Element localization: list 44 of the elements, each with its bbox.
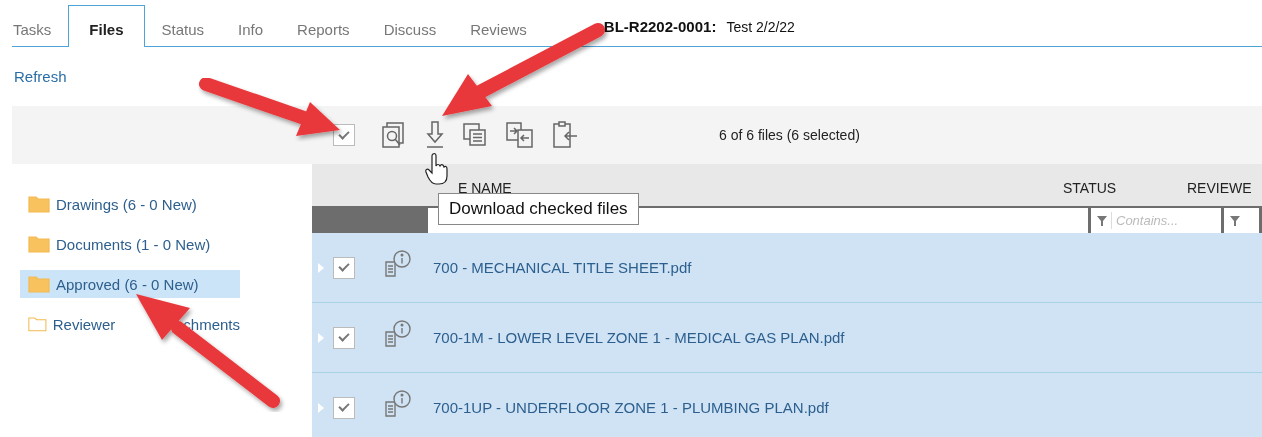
filter-icon: [1097, 215, 1107, 226]
tab[interactable]: Reports: [280, 11, 367, 47]
folder-item[interactable]: Drawings (6 - 0 New): [20, 190, 240, 218]
folder-label: Approved (6 - 0 New): [56, 275, 199, 293]
column-header[interactable]: E NAME: [458, 180, 512, 196]
refresh-link[interactable]: Refresh: [14, 68, 67, 85]
column-header[interactable]: STATUS: [1063, 180, 1117, 196]
clipboard-icon[interactable]: [551, 120, 579, 150]
record-name: Test 2/2/22: [726, 19, 795, 35]
column-header[interactable]: REVIEWE: [1187, 180, 1252, 196]
folder-icon: [28, 315, 47, 333]
folder-item[interactable]: Approved (6 - 0 New): [20, 270, 240, 298]
file-row[interactable]: 700-1M - LOWER LEVEL ZONE 1 - MEDICAL GAS PLAN.pdf: [312, 303, 1262, 373]
tab[interactable]: Info: [221, 11, 281, 47]
file-counter: 6 of 6 files (6 selected): [719, 127, 860, 143]
folder-label: Reviewer: [52, 315, 116, 333]
tab[interactable]: Files: [68, 5, 145, 47]
file-name[interactable]: 700-1M - LOWER LEVEL ZONE 1 - MEDICAL GAS PLAN.pdf: [433, 329, 845, 346]
file-row[interactable]: 700 - MECHANICAL TITLE SHEET.pdf: [312, 233, 1262, 303]
folder-icon: [28, 195, 50, 213]
row-checkbox[interactable]: [333, 326, 355, 349]
file-name[interactable]: 700 - MECHANICAL TITLE SHEET.pdf: [433, 259, 692, 276]
file-name[interactable]: 700-1UP - UNDERFLOOR ZONE 1 - PLUMBING PLAN.pdf: [433, 399, 829, 416]
folder-item[interactable]: Documents (1 - 0 New): [20, 230, 240, 258]
folder-icon: [28, 235, 50, 253]
folder-icon: [28, 275, 50, 293]
filter-icon: [1230, 215, 1240, 226]
tooltip: Download checked files: [438, 193, 639, 225]
select-all-checkbox[interactable]: [333, 124, 355, 146]
filter-field[interactable]: [1224, 208, 1262, 233]
tab[interactable]: Reviews: [453, 11, 544, 47]
row-checkbox[interactable]: [333, 396, 355, 419]
row-checkbox[interactable]: [333, 256, 355, 279]
filter-field[interactable]: Contains...: [1091, 208, 1224, 233]
folder-label: Documents (1 - 0 New): [56, 235, 211, 253]
copy-icon[interactable]: [461, 121, 489, 149]
tab[interactable]: Discuss: [366, 11, 454, 47]
tab[interactable]: Status: [144, 11, 222, 47]
move-icon[interactable]: [505, 121, 535, 149]
download-icon[interactable]: [425, 120, 445, 150]
file-row[interactable]: 700-1UP - UNDERFLOOR ZONE 1 - PLUMBING PLAN.pdf: [312, 373, 1262, 437]
tab[interactable]: Tasks: [12, 11, 69, 47]
record-id: BL-R2202-0001:: [603, 18, 717, 35]
folder-label: Drawings (6 - 0 New): [56, 195, 197, 213]
